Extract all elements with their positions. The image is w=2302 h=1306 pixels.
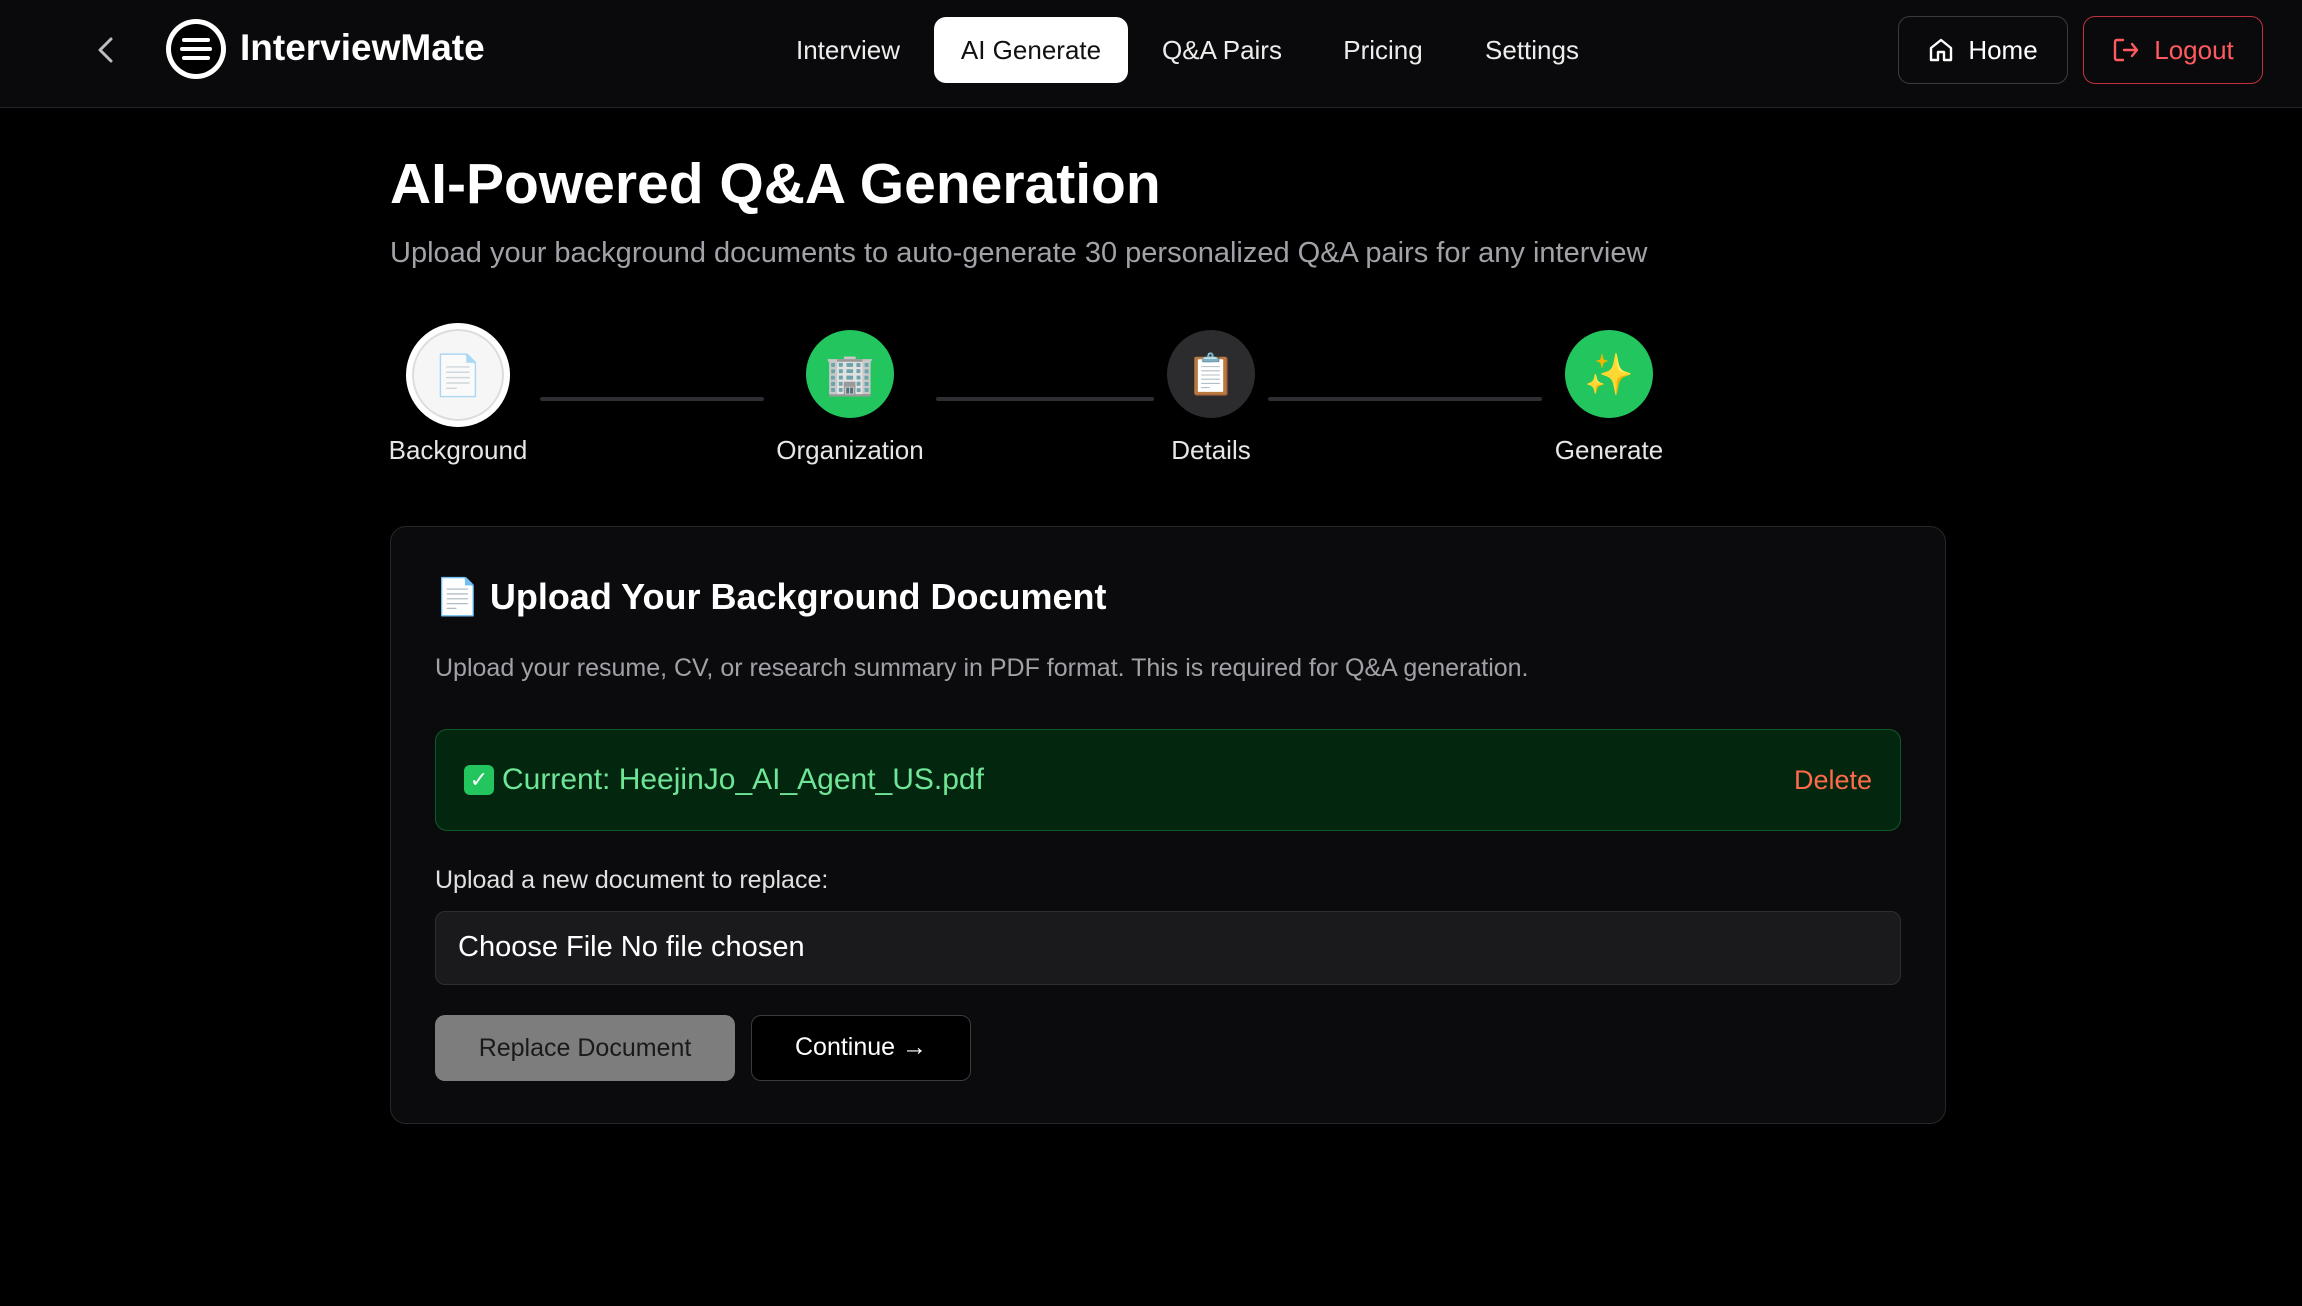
step-connector bbox=[540, 397, 764, 401]
step-organization-circle[interactable]: 🏢 bbox=[806, 330, 894, 418]
home-label: Home bbox=[1968, 34, 2038, 65]
home-icon bbox=[1930, 38, 1953, 62]
nav-interview[interactable]: Interview bbox=[782, 17, 914, 83]
step-background-label: Background bbox=[388, 435, 528, 465]
step-details-circle[interactable]: 📋 bbox=[1167, 330, 1255, 418]
current-file-name: Current: HeejinJo_AI_Agent_US.pdf bbox=[502, 763, 984, 796]
back-button[interactable] bbox=[86, 26, 126, 74]
nav-qa-pairs[interactable]: Q&A Pairs bbox=[1146, 17, 1298, 83]
step-connector bbox=[1268, 397, 1542, 401]
step-generate-label: Generate bbox=[1554, 435, 1664, 465]
app-logo[interactable] bbox=[166, 19, 226, 79]
card-title: 📄 Upload Your Background Document bbox=[435, 573, 1107, 621]
continue-button[interactable]: Continue → bbox=[751, 1015, 971, 1081]
replace-document-button[interactable]: Replace Document bbox=[435, 1015, 735, 1081]
top-navbar: InterviewMate Interview AI Generate Q&A … bbox=[0, 0, 2302, 108]
delete-file-button[interactable]: Delete bbox=[1794, 762, 1872, 798]
sparkles-icon: ✨ bbox=[1584, 352, 1634, 397]
upload-card: 📄 Upload Your Background Document Upload… bbox=[390, 526, 1946, 1124]
step-background-circle[interactable]: 📄 bbox=[406, 323, 510, 427]
step-details-label: Details bbox=[1171, 435, 1251, 465]
check-mark-icon: ✓ bbox=[464, 765, 494, 795]
nav-pricing[interactable]: Pricing bbox=[1328, 17, 1438, 83]
step-connector bbox=[936, 397, 1154, 401]
nav-ai-generate[interactable]: AI Generate bbox=[934, 17, 1128, 83]
document-icon: 📄 bbox=[435, 576, 480, 617]
chevron-left-icon bbox=[98, 37, 113, 63]
brand-name[interactable]: InterviewMate bbox=[240, 22, 485, 74]
home-button[interactable]: Home bbox=[1898, 16, 2068, 84]
file-input[interactable]: Choose File No file chosen bbox=[435, 911, 1901, 985]
document-icon: 📄 bbox=[433, 353, 483, 398]
logout-button[interactable]: Logout bbox=[2083, 16, 2263, 84]
page-title: AI-Powered Q&A Generation bbox=[390, 152, 1161, 216]
card-description: Upload your resume, CV, or research summ… bbox=[435, 654, 1529, 682]
clipboard-icon: 📋 bbox=[1186, 352, 1236, 397]
menu-lines-icon bbox=[180, 38, 212, 60]
step-generate-circle[interactable]: ✨ bbox=[1565, 330, 1653, 418]
page-subtitle: Upload your background documents to auto… bbox=[390, 237, 1648, 269]
logout-label: Logout bbox=[2154, 34, 2234, 65]
logo-mark bbox=[171, 24, 221, 74]
current-file-info: ✓ Current: HeejinJo_AI_Agent_US.pdf bbox=[464, 760, 984, 800]
logout-icon bbox=[2114, 38, 2139, 62]
current-file-banner: ✓ Current: HeejinJo_AI_Agent_US.pdf Dele… bbox=[435, 729, 1901, 831]
nav-settings[interactable]: Settings bbox=[1474, 17, 1590, 83]
building-icon: 🏢 bbox=[825, 352, 875, 397]
card-title-text: Upload Your Background Document bbox=[489, 576, 1107, 617]
step-organization-label: Organization bbox=[776, 435, 924, 465]
replace-prompt-label: Upload a new document to replace: bbox=[435, 866, 829, 894]
